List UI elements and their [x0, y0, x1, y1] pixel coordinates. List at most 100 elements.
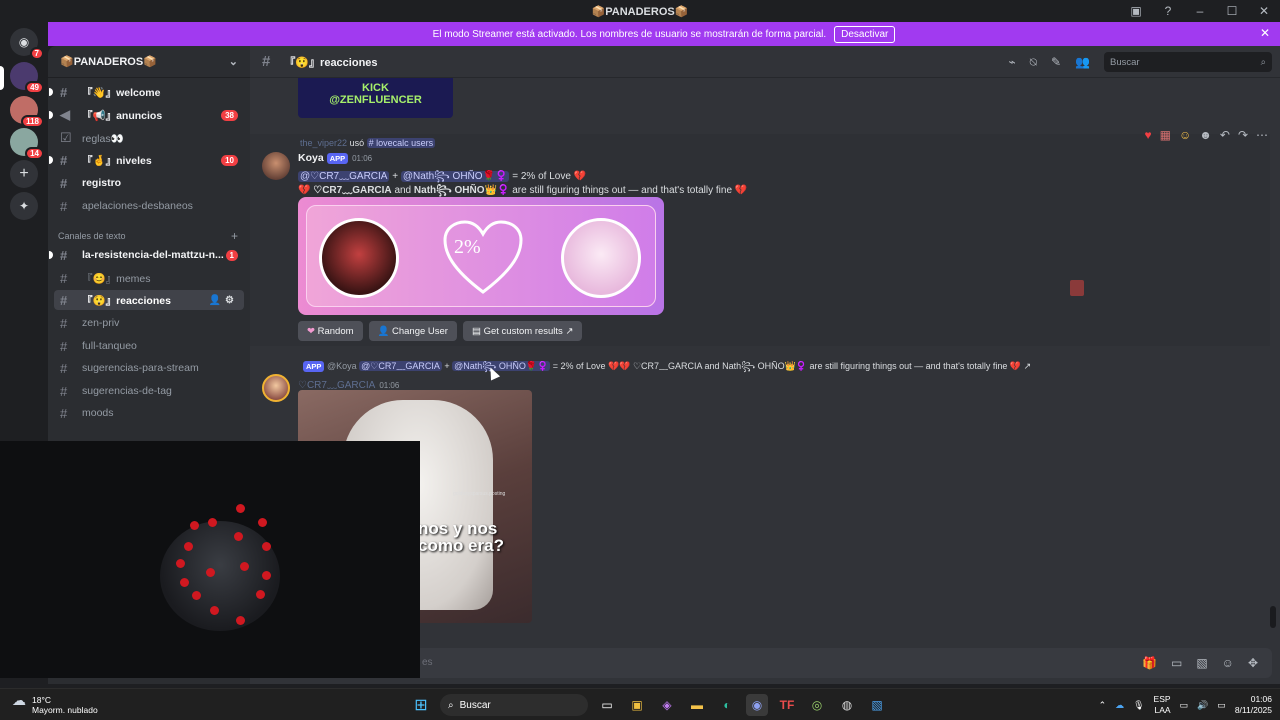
threads-icon[interactable]: ⌁: [1009, 55, 1016, 70]
server-header[interactable]: 📦PANADEROS📦 ⌄: [48, 46, 250, 78]
reply-icon[interactable]: ↶: [1220, 128, 1230, 142]
channel-label: registro: [82, 177, 122, 189]
face-marker: [236, 504, 245, 513]
channel-la-resistencia[interactable]: # la-resistencia-del-mattzu-n... 1: [49, 245, 244, 265]
category-label[interactable]: Canales de texto: [58, 231, 126, 241]
face-marker: [208, 518, 217, 527]
search-input[interactable]: Buscar ⌕: [1104, 52, 1272, 72]
reaction-image-icon[interactable]: ▦: [1160, 128, 1171, 142]
banner-close-icon[interactable]: ✕: [1260, 26, 1270, 40]
chevron-up-icon[interactable]: ⌃: [1099, 700, 1107, 711]
face-marker: [210, 606, 219, 615]
inbox-icon[interactable]: ▣: [1120, 4, 1152, 18]
scrollbar-thumb[interactable]: [1270, 606, 1276, 628]
discord-taskbar-icon[interactable]: ◉: [746, 694, 768, 716]
xbox-icon[interactable]: ◎: [806, 694, 828, 716]
maximize-button[interactable]: ☐: [1216, 4, 1248, 18]
user-mention[interactable]: @Nath꧂ OHÑO🌹♀️: [452, 361, 551, 371]
close-button[interactable]: ✕: [1248, 4, 1280, 18]
search-placeholder: Buscar: [1110, 56, 1140, 68]
mute-bell-icon[interactable]: ⍉: [1030, 55, 1037, 70]
channel-full-tanqueo[interactable]: # full-tanqueo: [54, 336, 244, 356]
channel-welcome[interactable]: # 『👋』welcome: [49, 82, 244, 102]
channel-sugerencias-tag[interactable]: # sugerencias-de-tag: [54, 381, 244, 401]
change-user-button[interactable]: 👤 Change User: [368, 321, 457, 341]
hash-icon: #: [60, 338, 68, 354]
add-server-button[interactable]: +: [10, 160, 38, 188]
channel-memes[interactable]: # 『😊』memes: [54, 268, 244, 288]
apps-icon[interactable]: ✥: [1248, 656, 1258, 670]
server-2[interactable]: 118: [10, 96, 44, 128]
hash-icon: #: [60, 152, 68, 168]
chrome-icon[interactable]: ◍: [836, 694, 858, 716]
banner-text: El modo Streamer está activado. Los nomb…: [432, 28, 827, 40]
command-name: lovecalc users: [376, 138, 434, 148]
clock[interactable]: 01:06 8/11/2025: [1235, 694, 1272, 716]
channel-sugerencias-stream[interactable]: # sugerencias-para-stream: [54, 358, 244, 378]
pin-icon[interactable]: ✎: [1051, 55, 1061, 70]
volume-icon[interactable]: 🔊: [1197, 700, 1208, 711]
reaction-heart-icon[interactable]: ♥: [1145, 128, 1152, 142]
store-icon[interactable]: ▣: [626, 694, 648, 716]
channel-niveles[interactable]: # 『🤞』niveles 10: [49, 150, 244, 170]
direct-messages-button[interactable]: ◉ 7: [10, 28, 44, 60]
button-label: Random: [317, 325, 354, 337]
channel-settings-icons[interactable]: 👤⚙: [209, 295, 238, 306]
add-reaction-icon[interactable]: ☻: [1199, 128, 1212, 142]
command-mention[interactable]: # lovecalc users: [366, 138, 436, 148]
author-name[interactable]: Koya: [298, 152, 324, 164]
more-icon[interactable]: ⋯: [1256, 128, 1268, 142]
language-indicator[interactable]: ESP LAA: [1154, 694, 1171, 716]
taskbar-search[interactable]: ⌕ Buscar: [440, 694, 588, 716]
server-panaderos[interactable]: 49: [10, 62, 44, 94]
deactivate-button[interactable]: Desactivar: [834, 25, 896, 43]
task-view-icon[interactable]: ▭: [596, 694, 618, 716]
reply-context[interactable]: APP @Koya @♡CR7﹏GARCIA + @Nath꧂ OHÑO🌹♀️ …: [300, 359, 1031, 378]
channel-reacciones[interactable]: # 『😲』reacciones 👤⚙: [54, 290, 244, 310]
love-percentage: 2%: [454, 236, 481, 258]
channel-reglas[interactable]: ☑ reglas👀: [54, 128, 244, 148]
channel-moods[interactable]: # moods: [54, 403, 244, 423]
sticker-icon[interactable]: ▧: [1196, 656, 1207, 670]
minimize-button[interactable]: –: [1184, 4, 1216, 18]
channel-apelaciones[interactable]: # apelaciones-desbaneos: [54, 196, 244, 216]
file-explorer-icon[interactable]: ▬: [686, 694, 708, 716]
explore-button[interactable]: ✦: [10, 192, 38, 220]
mic-icon[interactable]: 🎙: [1133, 700, 1144, 711]
avatar[interactable]: [262, 374, 290, 402]
windows-start-icon[interactable]: ⊞: [410, 694, 432, 716]
embedded-image[interactable]: KICK @ZENFLUENCER: [298, 78, 453, 118]
members-icon[interactable]: 👥: [1075, 55, 1090, 70]
avatar[interactable]: [262, 152, 290, 180]
user-mention[interactable]: @♡CR7﹏GARCIA: [359, 361, 442, 371]
help-icon[interactable]: ?: [1152, 4, 1184, 18]
server-3[interactable]: 14: [10, 128, 44, 160]
app-tf-icon[interactable]: TF: [776, 694, 798, 716]
channel-zen-priv[interactable]: # zen-priv: [54, 313, 244, 333]
plus-icon: +: [19, 165, 29, 182]
channel-label: zen-priv: [82, 317, 120, 329]
battery-icon[interactable]: ▭: [1217, 700, 1226, 711]
reaction-laugh-icon[interactable]: ☺: [1179, 128, 1191, 142]
gift-icon[interactable]: 🎁: [1142, 656, 1157, 670]
channel-anuncios[interactable]: ◀ 『📢』anuncios 38: [49, 105, 244, 125]
custom-results-button[interactable]: ▤ Get custom results ↗: [462, 321, 583, 341]
emoji-icon[interactable]: ☺: [1222, 656, 1234, 670]
channel-registro[interactable]: # registro: [54, 173, 244, 193]
gif-icon[interactable]: ▭: [1171, 656, 1182, 670]
random-button[interactable]: ❤ Random: [298, 321, 363, 341]
webcam-overlay: [0, 441, 420, 678]
network-icon[interactable]: ▭: [1180, 700, 1189, 711]
floating-sticker-icon: [1070, 280, 1084, 296]
copilot-icon[interactable]: ◈: [656, 694, 678, 716]
onedrive-icon[interactable]: ☁: [1115, 700, 1124, 711]
edge-icon[interactable]: ◐: [716, 694, 738, 716]
love-card-image[interactable]: 2%: [298, 197, 664, 315]
channel-label: 『🤞』niveles: [82, 154, 152, 167]
forward-icon[interactable]: ↷: [1238, 128, 1248, 142]
reply-context[interactable]: the_viper22 usó # lovecalc users: [300, 138, 436, 148]
add-channel-icon[interactable]: +: [231, 229, 238, 243]
gif-watermark: goldusysparsus.posting: [453, 491, 506, 497]
paint-icon[interactable]: ▧: [866, 694, 888, 716]
weather-widget[interactable]: ☁ 18°C Mayorm. nublado: [12, 693, 98, 715]
